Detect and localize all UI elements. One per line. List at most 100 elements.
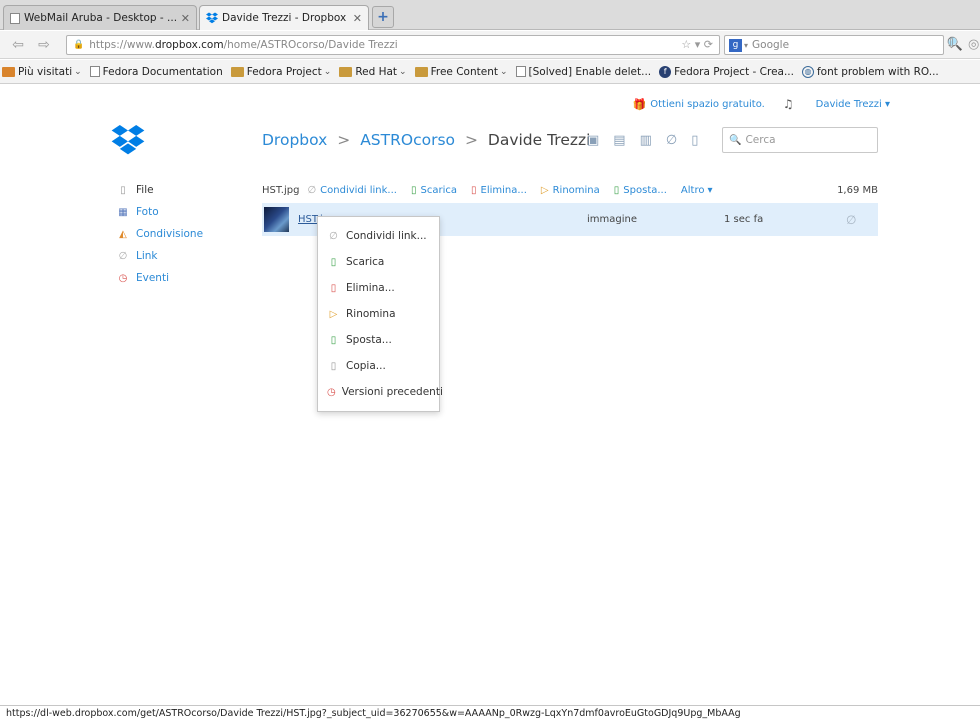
- menu-item-previous-versions[interactable]: ◷ Versioni precedenti: [318, 379, 443, 405]
- sidebar-item-eventi[interactable]: ◷ Eventi: [117, 267, 203, 289]
- history-icon: ◷: [327, 386, 336, 398]
- url-protocol: https://www.: [89, 39, 155, 51]
- download-icon: ▯: [410, 184, 417, 196]
- sidebar-item-label: Condivisione: [136, 228, 204, 240]
- sidebar-item-file[interactable]: ▯ File: [117, 179, 203, 201]
- lock-icon: 🔒: [73, 40, 85, 50]
- new-tab-button[interactable]: +: [372, 6, 394, 28]
- move-icon: ▯: [330, 334, 337, 346]
- status-url: https://dl-web.dropbox.com/get/ASTROcors…: [6, 708, 741, 719]
- sidebar-item-condivisione[interactable]: ◭ Condivisione: [117, 223, 203, 245]
- share-link-button[interactable]: ∅ Condividi link...: [307, 185, 397, 196]
- folder-toolbar: ▣ ▤ ▥ ∅ ▯: [587, 133, 698, 148]
- new-folder-icon[interactable]: ▤: [613, 133, 625, 148]
- browser-search-placeholder: Google: [752, 39, 790, 51]
- bookmark-item[interactable]: Free Content ⌄: [414, 66, 508, 78]
- menu-item-copy[interactable]: ▯ Copia...: [318, 353, 439, 379]
- bell-icon[interactable]: ♫: [783, 97, 794, 111]
- tab-title: WebMail Aruba - Desktop - ...: [24, 12, 177, 24]
- tab-dropbox[interactable]: Davide Trezzi - Dropbox ✕: [199, 5, 369, 30]
- download-icon[interactable]: ⇩: [946, 37, 957, 52]
- file-modified: 1 sec fa: [724, 214, 764, 225]
- share-link-icon[interactable]: ∅: [846, 213, 856, 227]
- browser-search-bar[interactable]: g ▾ Google 🔍: [724, 35, 963, 55]
- close-icon[interactable]: ✕: [353, 12, 362, 25]
- bookmark-item[interactable]: [Solved] Enable delet...: [515, 66, 651, 78]
- fedora-icon: f: [659, 65, 672, 78]
- page-icon: [10, 12, 20, 24]
- user-menu[interactable]: Davide Trezzi ▾: [816, 99, 890, 110]
- menu-item-rename[interactable]: ▷ Rinomina: [318, 301, 439, 327]
- share-icon: ◭: [119, 228, 127, 240]
- more-button[interactable]: Altro ▾: [681, 185, 713, 196]
- gift-icon: 🎁: [632, 97, 647, 111]
- chevron-down-icon: ▾: [707, 184, 713, 196]
- bookmark-item[interactable]: Più visitati ⌄: [2, 66, 82, 78]
- folder-icon: [230, 66, 244, 77]
- sidebar-item-foto[interactable]: ▦ Foto: [117, 201, 203, 223]
- menu-item-label: Copia...: [346, 360, 386, 372]
- close-icon[interactable]: ✕: [181, 12, 190, 25]
- bookmark-label: Fedora Documentation: [102, 65, 223, 78]
- sidebar-item-label: Eventi: [136, 272, 169, 284]
- link-icon[interactable]: ∅: [666, 133, 677, 148]
- events-icon: ◷: [118, 272, 128, 284]
- menu-item-label: Rinomina: [346, 308, 396, 320]
- bookmark-label: Più visitati: [18, 65, 73, 78]
- bookmark-item[interactable]: Fedora Project ⌄: [230, 66, 331, 78]
- tab-title: Davide Trezzi - Dropbox: [222, 12, 347, 24]
- menu-item-label: Elimina...: [346, 282, 395, 294]
- dropbox-logo-icon[interactable]: [110, 125, 146, 155]
- search-icon: 🔍: [729, 134, 742, 146]
- search-engine-dropdown-icon: ▾: [744, 40, 749, 50]
- rename-button[interactable]: ▷ Rinomina: [541, 185, 600, 196]
- action-label: Scarica: [420, 184, 457, 196]
- bookmark-item[interactable]: f Fedora Project - Crea...: [659, 65, 794, 78]
- menu-item-download[interactable]: ▯ Scarica: [318, 249, 439, 275]
- delete-button[interactable]: ▯ Elimina...: [471, 185, 527, 196]
- chevron-down-icon: ⌄: [74, 66, 82, 77]
- back-button[interactable]: ⇦: [8, 36, 28, 54]
- delete-icon: ▯: [330, 282, 337, 294]
- photo-icon: ▦: [118, 206, 128, 218]
- menu-item-delete[interactable]: ▯ Elimina...: [318, 275, 439, 301]
- copy-icon: ▯: [330, 360, 337, 372]
- menu-item-share-link[interactable]: ∅ Condividi link...: [318, 223, 439, 249]
- search-input[interactable]: 🔍 Cerca: [722, 127, 878, 153]
- upload-icon[interactable]: ▣: [587, 133, 599, 148]
- free-space-link[interactable]: Ottieni spazio gratuito.: [650, 99, 765, 110]
- bookmark-item[interactable]: Fedora Documentation: [89, 65, 223, 78]
- url-bar[interactable]: 🔒 https://www. dropbox.com /home/ASTROco…: [66, 35, 720, 55]
- bookmark-item[interactable]: Red Hat ⌄: [339, 65, 407, 78]
- shared-folder-icon[interactable]: ▥: [640, 133, 652, 148]
- forward-button[interactable]: ⇨: [34, 36, 54, 54]
- status-bar: https://dl-web.dropbox.com/get/ASTROcors…: [0, 705, 980, 722]
- trash-icon[interactable]: ▯: [691, 133, 698, 148]
- menu-item-move[interactable]: ▯ Sposta...: [318, 327, 439, 353]
- sidebar-item-link[interactable]: ∅ Link: [117, 245, 203, 267]
- more-label: Altro: [680, 184, 705, 196]
- move-button[interactable]: ▯ Sposta...: [614, 185, 667, 196]
- menu-item-label: Scarica: [346, 256, 385, 268]
- file-icon: ▯: [120, 184, 126, 196]
- folder-icon: [2, 66, 15, 77]
- page-icon: [89, 66, 100, 77]
- search-engine-icon[interactable]: g: [729, 38, 742, 52]
- file-kind: immagine: [587, 214, 638, 225]
- extension-icon[interactable]: ◎: [968, 37, 979, 52]
- breadcrumb-parent[interactable]: ASTROcorso: [360, 131, 455, 149]
- breadcrumb-root[interactable]: Dropbox: [262, 131, 327, 149]
- tab-webmail[interactable]: WebMail Aruba - Desktop - ... ✕: [3, 5, 197, 30]
- sidebar: ▯ File ▦ Foto ◭ Condivisione ∅ Link ◷ Ev…: [117, 179, 203, 289]
- bookmark-item[interactable]: ◍ font problem with RO...: [801, 65, 939, 78]
- globe-icon: ◍: [801, 65, 814, 78]
- bookmarks-bar: Più visitati ⌄ Fedora Documentation Fedo…: [0, 60, 980, 84]
- bookmark-label: Red Hat: [355, 65, 398, 78]
- download-button[interactable]: ▯ Scarica: [411, 185, 457, 196]
- file-size: 1,69 MB: [837, 184, 878, 196]
- breadcrumb-separator: >: [464, 131, 478, 149]
- navigation-bar: ⇦ ⇨ 🔒 https://www. dropbox.com /home/AST…: [0, 31, 980, 59]
- sidebar-item-label: Link: [136, 250, 158, 262]
- rename-icon: ▷: [329, 308, 338, 320]
- bookmark-star-icon[interactable]: ☆ ▾ ⟳: [681, 38, 713, 51]
